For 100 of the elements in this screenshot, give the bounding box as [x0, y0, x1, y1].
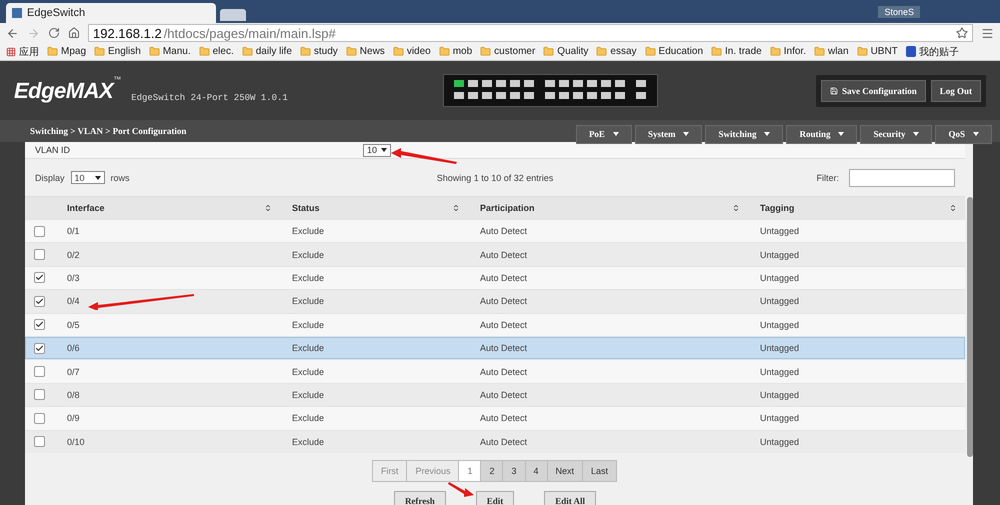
nav-menu[interactable]: PoE: [576, 125, 632, 144]
menu-icon[interactable]: [981, 26, 994, 40]
star-icon[interactable]: [956, 27, 968, 39]
bookmark[interactable]: 应用: [6, 44, 39, 58]
folder-icon: [814, 46, 825, 57]
sort-icon: [264, 204, 272, 212]
row-checkbox[interactable]: [34, 412, 45, 424]
bookmark[interactable]: mob: [438, 46, 472, 57]
rows-label: rows: [110, 172, 130, 182]
bookmark[interactable]: Infor.: [770, 46, 806, 57]
page-button[interactable]: 1: [458, 460, 482, 482]
column-header[interactable]: Tagging: [748, 197, 965, 219]
page-button[interactable]: 4: [524, 460, 548, 482]
bookmark[interactable]: wlan: [814, 46, 849, 57]
row-checkbox[interactable]: [34, 296, 45, 307]
nav-menu[interactable]: QoS: [935, 125, 992, 144]
reload-icon[interactable]: [48, 27, 60, 39]
vlan-select[interactable]: 10: [363, 144, 392, 156]
row-checkbox[interactable]: [34, 226, 45, 237]
table-row[interactable]: 0/10 Exclude Auto Detect Untagged: [25, 430, 965, 453]
bookmark[interactable]: Mpag: [47, 46, 86, 57]
bookmark[interactable]: News: [346, 46, 385, 57]
table-row[interactable]: 0/7 Exclude Auto Detect Untagged: [25, 359, 965, 383]
folder-icon: [392, 46, 404, 57]
page-button[interactable]: 2: [480, 460, 504, 482]
row-checkbox[interactable]: [34, 389, 45, 400]
column-header[interactable]: Status: [280, 197, 468, 219]
action-button[interactable]: Refresh: [394, 490, 446, 505]
filter-label: Filter:: [816, 172, 839, 182]
sort-icon: [949, 204, 957, 212]
table-cell: Exclude: [292, 390, 324, 400]
bookmark[interactable]: video: [392, 46, 431, 57]
row-checkbox[interactable]: [34, 436, 45, 448]
bookmark[interactable]: Manu.: [148, 46, 191, 57]
nav-menu[interactable]: Switching: [705, 125, 784, 144]
rows-select[interactable]: 10: [70, 171, 105, 184]
bookmark[interactable]: essay: [596, 46, 637, 57]
column-header[interactable]: Interface: [55, 197, 280, 219]
action-button[interactable]: Edit All: [544, 490, 596, 505]
column-header[interactable]: Participation: [468, 197, 748, 219]
row-checkbox[interactable]: [34, 319, 45, 330]
nav-menu[interactable]: System: [634, 125, 702, 144]
row-checkbox[interactable]: [34, 366, 45, 378]
table-row[interactable]: 0/2 Exclude Auto Detect Untagged: [25, 242, 965, 266]
bookmark[interactable]: Education: [644, 46, 704, 57]
table-cell: Untagged: [760, 413, 800, 424]
bookmark[interactable]: customer: [480, 46, 536, 57]
table-cell: Untagged: [760, 320, 800, 330]
save-button[interactable]: Save Configuration: [820, 80, 926, 102]
bookmark[interactable]: elec.: [198, 46, 234, 57]
sort-icon: [452, 204, 460, 212]
table-row[interactable]: 0/4 Exclude Auto Detect Untagged: [25, 289, 965, 313]
page-button[interactable]: Last: [582, 460, 618, 482]
annotation-arrow: [391, 148, 457, 164]
action-button[interactable]: Edit: [476, 490, 514, 505]
table-cell: Auto Detect: [480, 436, 528, 447]
folder-icon: [770, 46, 781, 57]
table-row[interactable]: 0/3 Exclude Auto Detect Untagged: [25, 266, 965, 290]
model-version: EdgeSwitch 24-Port 250W 1.0.1: [131, 92, 288, 102]
table-cell: 0/2: [67, 250, 80, 260]
row-checkbox[interactable]: [34, 272, 45, 284]
table-cell: Untagged: [760, 390, 800, 400]
annotation-arrow: [448, 482, 474, 497]
table-cell: Exclude: [292, 250, 324, 260]
table-cell: 0/7: [67, 366, 80, 377]
home-icon[interactable]: [68, 27, 80, 39]
nav-menu[interactable]: Security: [860, 125, 932, 144]
table-row[interactable]: 0/6 Exclude Auto Detect Untagged: [25, 336, 965, 360]
bookmark[interactable]: English: [94, 46, 141, 57]
logout-button[interactable]: Log Out: [930, 80, 981, 102]
bookmark[interactable]: In. trade: [711, 46, 762, 57]
table-cell: Untagged: [760, 272, 800, 283]
table-cell: Auto Detect: [480, 413, 528, 424]
row-checkbox[interactable]: [34, 249, 45, 260]
bookmark[interactable]: study: [300, 46, 338, 57]
caret-icon: [612, 132, 619, 136]
table-cell: Exclude: [292, 296, 324, 306]
address-bar[interactable]: 192.168.1.2/htdocs/pages/main/main.lsp#: [88, 24, 973, 42]
table-cell: Auto Detect: [480, 250, 528, 260]
table-cell: Exclude: [292, 366, 324, 377]
table-row[interactable]: 0/5 Exclude Auto Detect Untagged: [25, 312, 965, 336]
profile-name[interactable]: StoneS: [878, 6, 920, 18]
site-icon: [906, 46, 916, 57]
bookmark[interactable]: Quality: [543, 46, 588, 57]
bookmark[interactable]: 我的贴子: [906, 44, 959, 58]
page-button[interactable]: 3: [502, 460, 526, 482]
filter-field[interactable]: [848, 168, 955, 186]
row-checkbox[interactable]: [34, 342, 45, 354]
bookmark[interactable]: daily life: [242, 46, 292, 57]
bookmark[interactable]: UBNT: [856, 46, 898, 57]
caret-icon: [913, 132, 920, 136]
page-button[interactable]: Next: [546, 460, 584, 482]
table-row[interactable]: 0/9 Exclude Auto Detect Untagged: [25, 406, 965, 430]
folder-icon: [644, 46, 656, 57]
table-row[interactable]: 0/8 Exclude Auto Detect Untagged: [25, 382, 965, 406]
browser-tab[interactable]: EdgeSwitch: [6, 3, 216, 23]
caret-icon: [683, 132, 690, 136]
nav-menu[interactable]: Routing: [786, 125, 858, 144]
table-row[interactable]: 0/1 Exclude Auto Detect Untagged: [25, 219, 965, 242]
back-icon[interactable]: [6, 26, 19, 40]
